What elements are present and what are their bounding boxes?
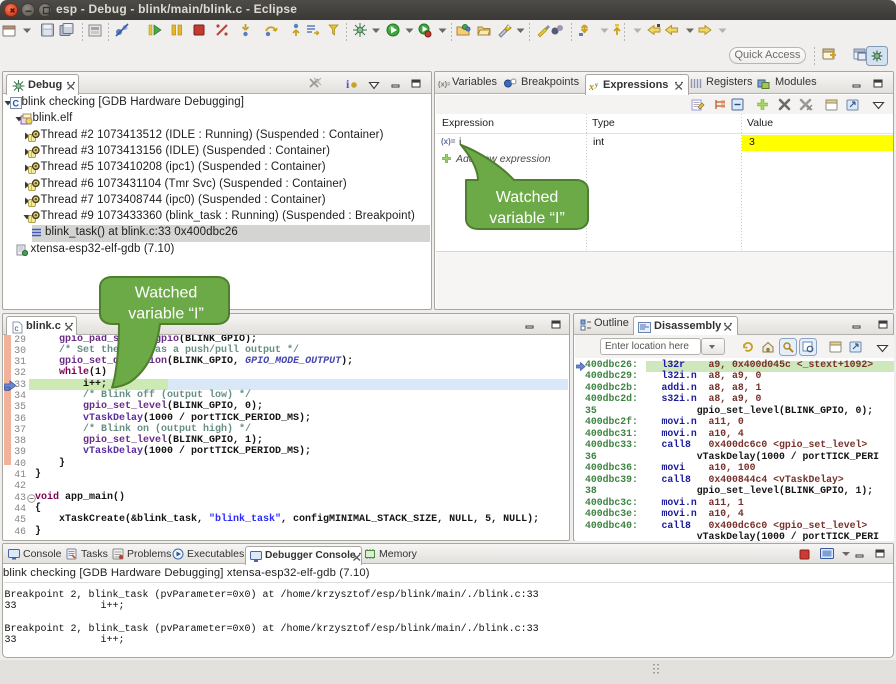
svg-text:variable “I”: variable “I” <box>489 210 565 227</box>
svg-text:C: C <box>13 99 20 109</box>
svg-text:(x)=: (x)= <box>438 80 450 89</box>
svg-text:x: x <box>589 82 594 92</box>
svg-text:i: i <box>346 77 350 91</box>
svg-text:variable “I”: variable “I” <box>128 306 204 323</box>
svg-text:c: c <box>15 324 19 333</box>
svg-text:y: y <box>594 81 599 89</box>
svg-text:Watched: Watched <box>496 189 559 206</box>
svg-text:Watched: Watched <box>135 285 198 302</box>
